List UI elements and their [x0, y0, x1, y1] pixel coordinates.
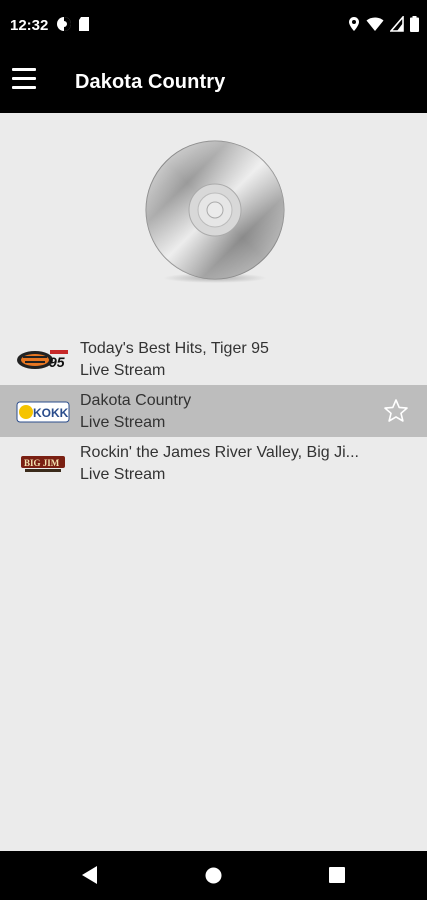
home-icon[interactable]: [205, 867, 222, 884]
svg-text:95: 95: [49, 354, 65, 370]
sd-card-icon: [79, 17, 89, 31]
big-jim-logo-icon: BIG JIM: [21, 456, 65, 472]
status-bar: 12:32: [0, 0, 427, 52]
data-saver-icon: [57, 17, 71, 31]
menu-icon[interactable]: [12, 68, 36, 96]
app-title: Dakota Country: [75, 71, 226, 93]
station-row-big-jim[interactable]: BIG JIM Rockin' the James River Valley, …: [0, 437, 427, 489]
station-title: Rockin' the James River Valley, Big Ji..…: [80, 444, 359, 461]
tiger-95-logo-icon: 95: [17, 350, 68, 370]
recents-icon[interactable]: [329, 867, 345, 883]
signal-icon: [390, 16, 404, 32]
station-title: Dakota Country: [80, 392, 192, 409]
station-row-tiger-95[interactable]: 95 Today's Best Hits, Tiger 95 Live Stre…: [0, 333, 427, 385]
svg-text:KOKK: KOKK: [33, 406, 69, 420]
svg-text:BIG JIM: BIG JIM: [24, 458, 60, 468]
station-subtitle: Live Stream: [80, 362, 166, 379]
status-time: 12:32: [10, 17, 49, 34]
station-title: Today's Best Hits, Tiger 95: [80, 340, 269, 357]
station-list: 95 Today's Best Hits, Tiger 95 Live Stre…: [0, 333, 427, 489]
station-subtitle: Live Stream: [80, 414, 166, 431]
station-row-dakota-country[interactable]: KOKK Dakota Country Live Stream: [0, 385, 427, 437]
back-icon[interactable]: [81, 865, 99, 885]
battery-icon: [410, 16, 419, 32]
location-icon: [349, 17, 359, 31]
navigation-bar: [0, 851, 427, 900]
kokk-logo-icon: KOKK: [16, 401, 70, 423]
wifi-icon: [366, 17, 384, 31]
album-art-area: [0, 113, 427, 313]
app-bar: Dakota Country: [0, 52, 427, 113]
station-subtitle: Live Stream: [80, 466, 166, 483]
favorite-star-icon[interactable]: [383, 398, 409, 424]
cd-disc-icon: [145, 140, 285, 283]
